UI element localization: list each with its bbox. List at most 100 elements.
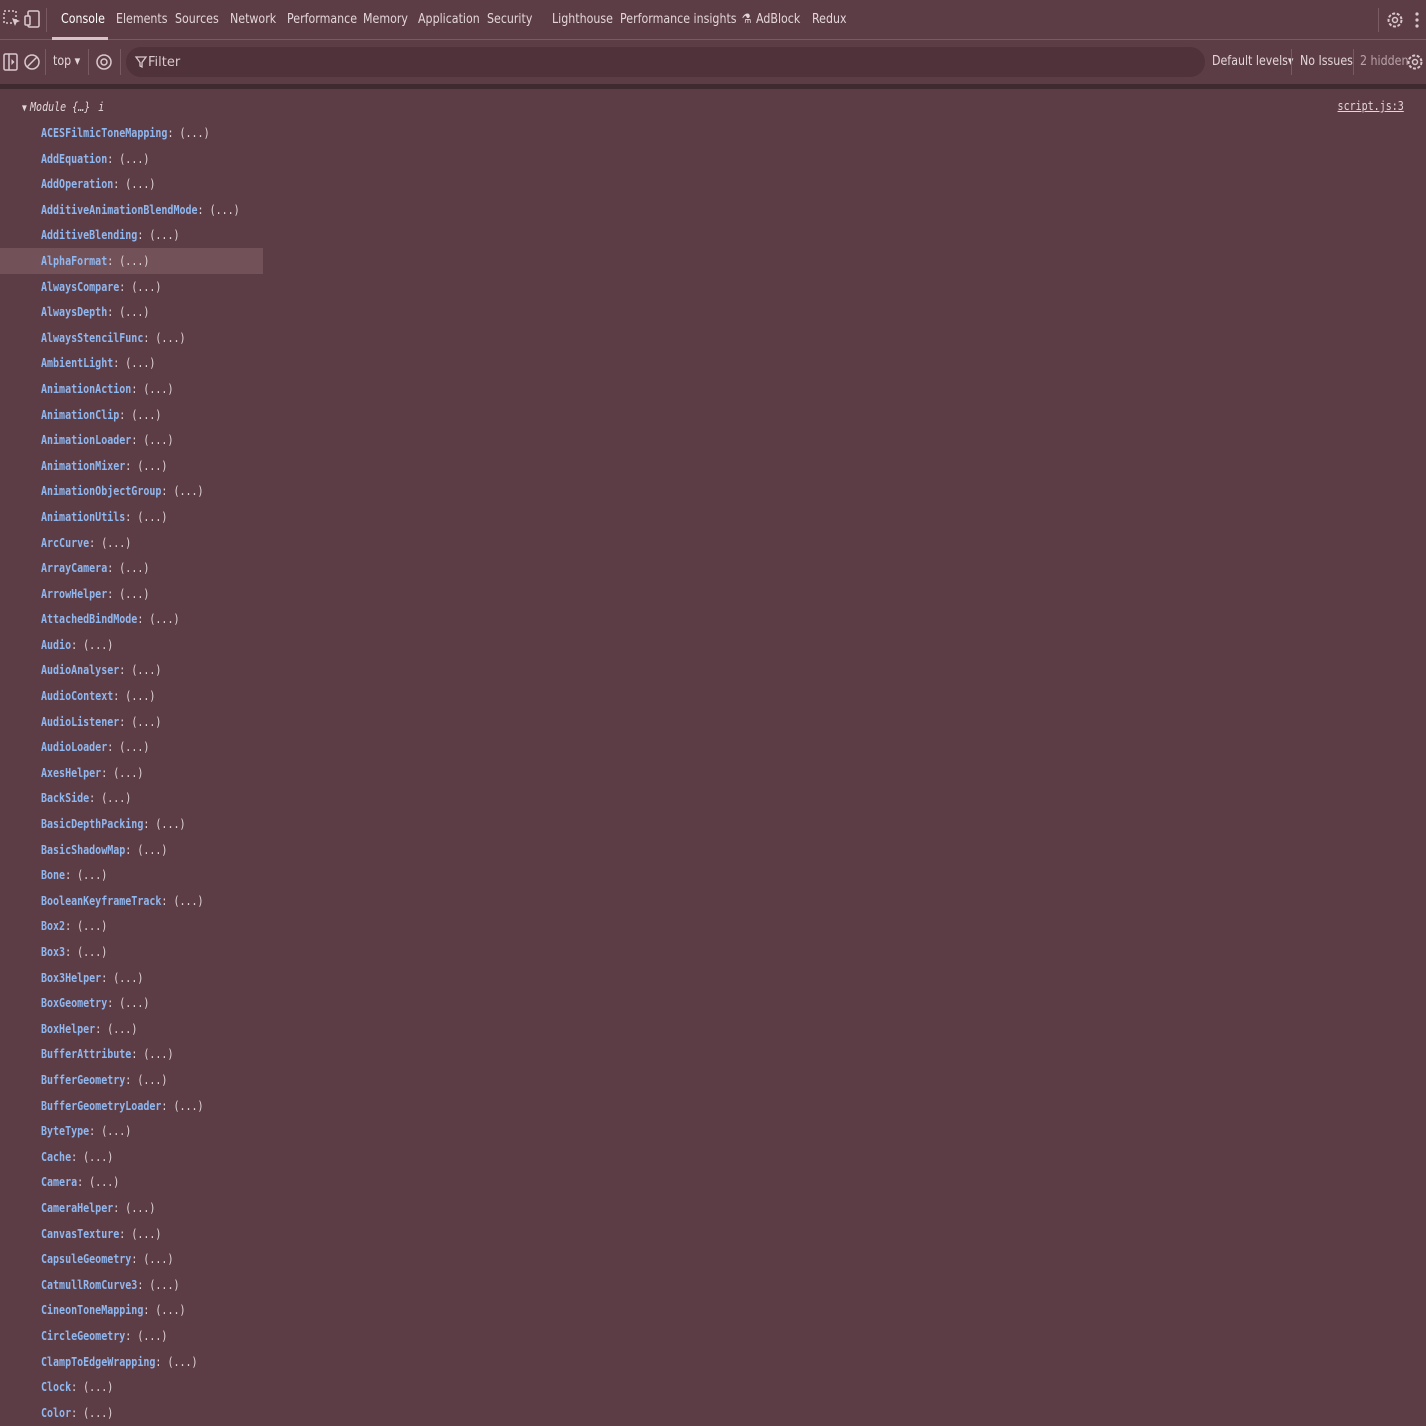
property-row[interactable]: CineonToneMapping: (...) <box>0 1297 263 1323</box>
property-row[interactable]: AudioListener: (...) <box>0 709 263 735</box>
log-levels-dropdown[interactable]: Default levels▾ <box>1212 51 1293 73</box>
lazy-value-getter[interactable]: (...) <box>101 790 131 805</box>
property-row[interactable]: AudioLoader: (...) <box>0 734 263 760</box>
lazy-value-getter[interactable]: (...) <box>137 842 167 857</box>
lazy-value-getter[interactable]: (...) <box>155 330 185 345</box>
lazy-value-getter[interactable]: (...) <box>131 279 161 294</box>
property-row[interactable]: CatmullRomCurve3: (...) <box>0 1272 263 1298</box>
property-row[interactable]: ACESFilmicToneMapping: (...) <box>0 120 263 146</box>
lazy-value-getter[interactable]: (...) <box>119 151 149 166</box>
tab-application[interactable]: Application <box>418 0 480 40</box>
property-row[interactable]: BoxGeometry: (...) <box>0 990 263 1016</box>
property-row[interactable]: AdditiveAnimationBlendMode: (...) <box>0 197 263 223</box>
settings-gear-icon[interactable] <box>1385 9 1405 31</box>
tab-adblock[interactable]: AdBlock <box>756 0 800 40</box>
property-row[interactable]: BufferGeometryLoader: (...) <box>0 1093 263 1119</box>
property-row[interactable]: BackSide: (...) <box>0 785 263 811</box>
lazy-value-getter[interactable]: (...) <box>77 944 107 959</box>
show-sidebar-icon[interactable] <box>0 51 22 73</box>
tab-network[interactable]: Network <box>230 0 276 40</box>
console-settings-gear-icon[interactable] <box>1404 51 1426 73</box>
lazy-value-getter[interactable]: (...) <box>113 970 143 985</box>
lazy-value-getter[interactable]: (...) <box>125 176 155 191</box>
property-row[interactable]: CanvasTexture: (...) <box>0 1221 263 1247</box>
lazy-value-getter[interactable]: (...) <box>83 637 113 652</box>
property-row[interactable]: AnimationUtils: (...) <box>0 504 263 530</box>
lazy-value-getter[interactable]: (...) <box>119 253 149 268</box>
lazy-value-getter[interactable]: (...) <box>89 1174 119 1189</box>
property-row[interactable]: BasicShadowMap: (...) <box>0 837 263 863</box>
lazy-value-getter[interactable]: (...) <box>119 739 149 754</box>
property-row[interactable]: AlwaysDepth: (...) <box>0 299 263 325</box>
lazy-value-getter[interactable]: (...) <box>77 867 107 882</box>
lazy-value-getter[interactable]: (...) <box>131 714 161 729</box>
lazy-value-getter[interactable]: (...) <box>210 202 240 217</box>
property-row[interactable]: CircleGeometry: (...) <box>0 1323 263 1349</box>
property-row[interactable]: AlphaFormat: (...) <box>0 247 263 274</box>
property-row[interactable]: AlwaysStencilFunc: (...) <box>0 325 263 351</box>
lazy-value-getter[interactable]: (...) <box>125 355 155 370</box>
tab-elements[interactable]: Elements <box>116 0 168 40</box>
tab-console[interactable]: Console <box>61 0 105 40</box>
property-row[interactable]: ClampToEdgeWrapping: (...) <box>0 1349 263 1375</box>
property-row[interactable]: AnimationAction: (...) <box>0 376 263 402</box>
property-row[interactable]: Box3: (...) <box>0 939 263 965</box>
lazy-value-getter[interactable]: (...) <box>125 1200 155 1215</box>
property-row[interactable]: CapsuleGeometry: (...) <box>0 1246 263 1272</box>
lazy-value-getter[interactable]: (...) <box>131 1226 161 1241</box>
property-row[interactable]: Clock: (...) <box>0 1374 263 1400</box>
property-row[interactable]: BufferGeometry: (...) <box>0 1067 263 1093</box>
lazy-value-getter[interactable]: (...) <box>107 1021 137 1036</box>
object-expander[interactable]: ▼ Module {…} i <box>22 96 104 118</box>
lazy-value-getter[interactable]: (...) <box>173 893 203 908</box>
live-expression-eye-icon[interactable] <box>93 51 115 73</box>
property-row[interactable]: AnimationObjectGroup: (...) <box>0 478 263 504</box>
lazy-value-getter[interactable]: (...) <box>101 1123 131 1138</box>
property-row[interactable]: AttachedBindMode: (...) <box>0 606 263 632</box>
property-row[interactable]: AlwaysCompare: (...) <box>0 274 263 300</box>
device-toolbar-icon[interactable] <box>22 8 44 30</box>
lazy-value-getter[interactable]: (...) <box>137 509 167 524</box>
lazy-value-getter[interactable]: (...) <box>167 1354 197 1369</box>
lazy-value-getter[interactable]: (...) <box>143 381 173 396</box>
lazy-value-getter[interactable]: (...) <box>155 1302 185 1317</box>
lazy-value-getter[interactable]: (...) <box>83 1405 113 1420</box>
tab-redux[interactable]: Redux <box>812 0 847 40</box>
property-row[interactable]: AnimationClip: (...) <box>0 402 263 428</box>
property-row[interactable]: CameraHelper: (...) <box>0 1195 263 1221</box>
property-row[interactable]: ArcCurve: (...) <box>0 530 263 556</box>
lazy-value-getter[interactable]: (...) <box>119 304 149 319</box>
property-row[interactable]: Box3Helper: (...) <box>0 965 263 991</box>
property-row[interactable]: BooleanKeyframeTrack: (...) <box>0 888 263 914</box>
lazy-value-getter[interactable]: (...) <box>113 765 143 780</box>
property-row[interactable]: ArrowHelper: (...) <box>0 581 263 607</box>
tab-lighthouse[interactable]: Lighthouse <box>552 0 613 40</box>
property-row[interactable]: AddEquation: (...) <box>0 146 263 172</box>
tab-security[interactable]: Security <box>487 0 532 40</box>
property-row[interactable]: Audio: (...) <box>0 632 263 658</box>
lazy-value-getter[interactable]: (...) <box>131 407 161 422</box>
property-row[interactable]: BoxHelper: (...) <box>0 1016 263 1042</box>
property-row[interactable]: ByteType: (...) <box>0 1118 263 1144</box>
lazy-value-getter[interactable]: (...) <box>137 1072 167 1087</box>
lazy-value-getter[interactable]: (...) <box>77 918 107 933</box>
property-row[interactable]: Camera: (...) <box>0 1169 263 1195</box>
lazy-value-getter[interactable]: (...) <box>155 816 185 831</box>
tab-performance[interactable]: Performance <box>287 0 357 40</box>
lazy-value-getter[interactable]: (...) <box>149 1277 179 1292</box>
property-row[interactable]: AnimationLoader: (...) <box>0 427 263 453</box>
tab-performance-insights[interactable]: Performance insights ⚗ <box>620 0 752 40</box>
lazy-value-getter[interactable]: (...) <box>143 1251 173 1266</box>
clear-console-icon[interactable] <box>21 51 43 73</box>
property-row[interactable]: Box2: (...) <box>0 913 263 939</box>
property-row[interactable]: BufferAttribute: (...) <box>0 1041 263 1067</box>
more-options-icon[interactable] <box>1407 9 1426 31</box>
property-row[interactable]: AxesHelper: (...) <box>0 760 263 786</box>
property-row[interactable]: AddOperation: (...) <box>0 171 263 197</box>
property-row[interactable]: AudioContext: (...) <box>0 683 263 709</box>
lazy-value-getter[interactable]: (...) <box>179 125 209 140</box>
lazy-value-getter[interactable]: (...) <box>119 560 149 575</box>
property-row[interactable]: BasicDepthPacking: (...) <box>0 811 263 837</box>
property-row[interactable]: Cache: (...) <box>0 1144 263 1170</box>
lazy-value-getter[interactable]: (...) <box>119 995 149 1010</box>
